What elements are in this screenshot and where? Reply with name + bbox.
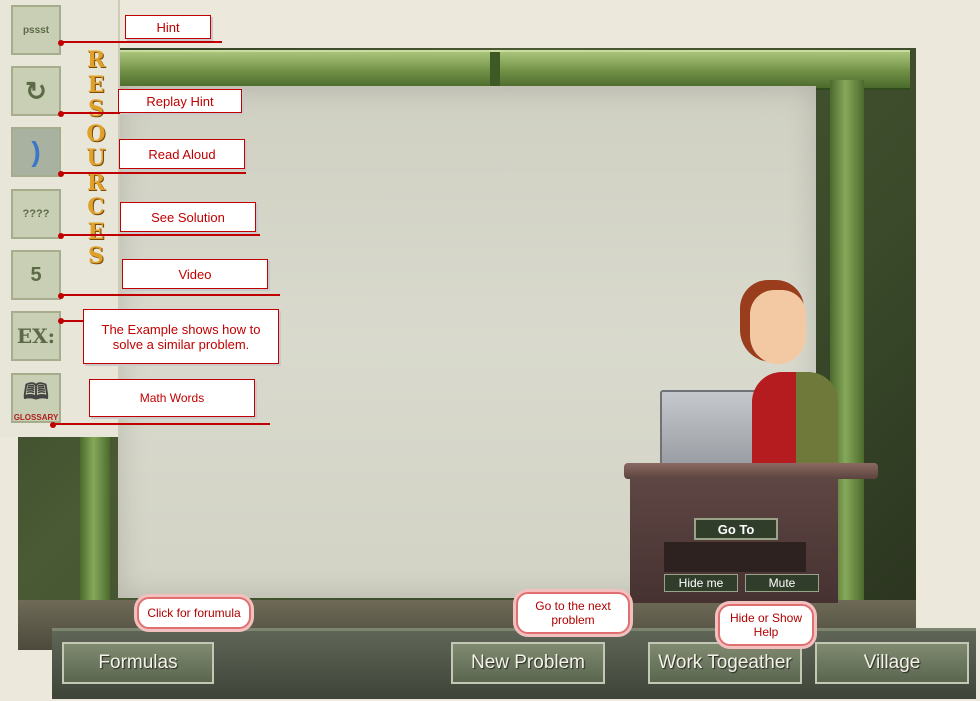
video-callout-line [60, 294, 280, 296]
read-aloud-callout: Read Aloud [119, 139, 245, 169]
tutor-character-jacket [796, 372, 838, 467]
video-button[interactable]: 5 [11, 250, 61, 300]
math-words-callout: Math Words [89, 379, 255, 417]
replay-hint-button[interactable]: ↻ [11, 66, 61, 116]
formulas-button[interactable]: Formulas [62, 642, 214, 684]
speaker-icon: ) [31, 136, 41, 167]
glossary-label: GLOSSARY [13, 412, 59, 422]
bamboo-frame-left [80, 430, 110, 610]
desk-top [624, 463, 878, 479]
example-icon: EX: [16, 324, 56, 348]
go-to-panel [664, 542, 806, 572]
see-solution-button[interactable]: ???? [11, 189, 61, 239]
mute-button[interactable]: Mute [745, 574, 819, 592]
work-together-button[interactable]: Work Togeather [648, 642, 802, 684]
hide-me-button[interactable]: Hide me [664, 574, 738, 592]
resources-sidebar: RESOURCES pssst ↻ ) ???? 5 EX: 🕮 GLOSSAR… [0, 0, 120, 437]
tutor-character-head [750, 290, 806, 364]
work-together-help-bubble: Hide or Show Help [718, 604, 814, 646]
glossary-button[interactable]: 🕮 GLOSSARY [11, 373, 61, 423]
book-icon: 🕮 [23, 378, 49, 404]
bamboo-frame-top [60, 50, 910, 90]
hint-callout-line [60, 41, 222, 43]
read-aloud-callout-line [60, 172, 246, 174]
laptop-image [660, 390, 762, 466]
solution-callout-line [60, 234, 260, 236]
example-button[interactable]: EX: [11, 311, 61, 361]
replay-icon: ↻ [25, 75, 47, 106]
hint-icon: pssst [22, 24, 50, 36]
math-words-callout-line [52, 423, 270, 425]
hint-callout: Hint [125, 15, 211, 39]
go-to-button[interactable]: Go To [694, 518, 778, 540]
formulas-help-bubble: Click for forumula [137, 597, 251, 629]
village-button[interactable]: Village [815, 642, 969, 684]
solution-icon: ???? [22, 208, 50, 220]
new-problem-button[interactable]: New Problem [451, 642, 605, 684]
example-callout: The Example shows how to solve a similar… [83, 309, 279, 364]
video-callout: Video [122, 259, 268, 289]
replay-hint-callout: Replay Hint [118, 89, 242, 113]
video-countdown-icon: 5 [30, 263, 42, 286]
see-solution-callout: See Solution [120, 202, 256, 232]
new-problem-help-bubble: Go to the next problem [516, 592, 630, 634]
read-aloud-button[interactable]: ) [11, 127, 61, 177]
hint-button[interactable]: pssst [11, 5, 61, 55]
